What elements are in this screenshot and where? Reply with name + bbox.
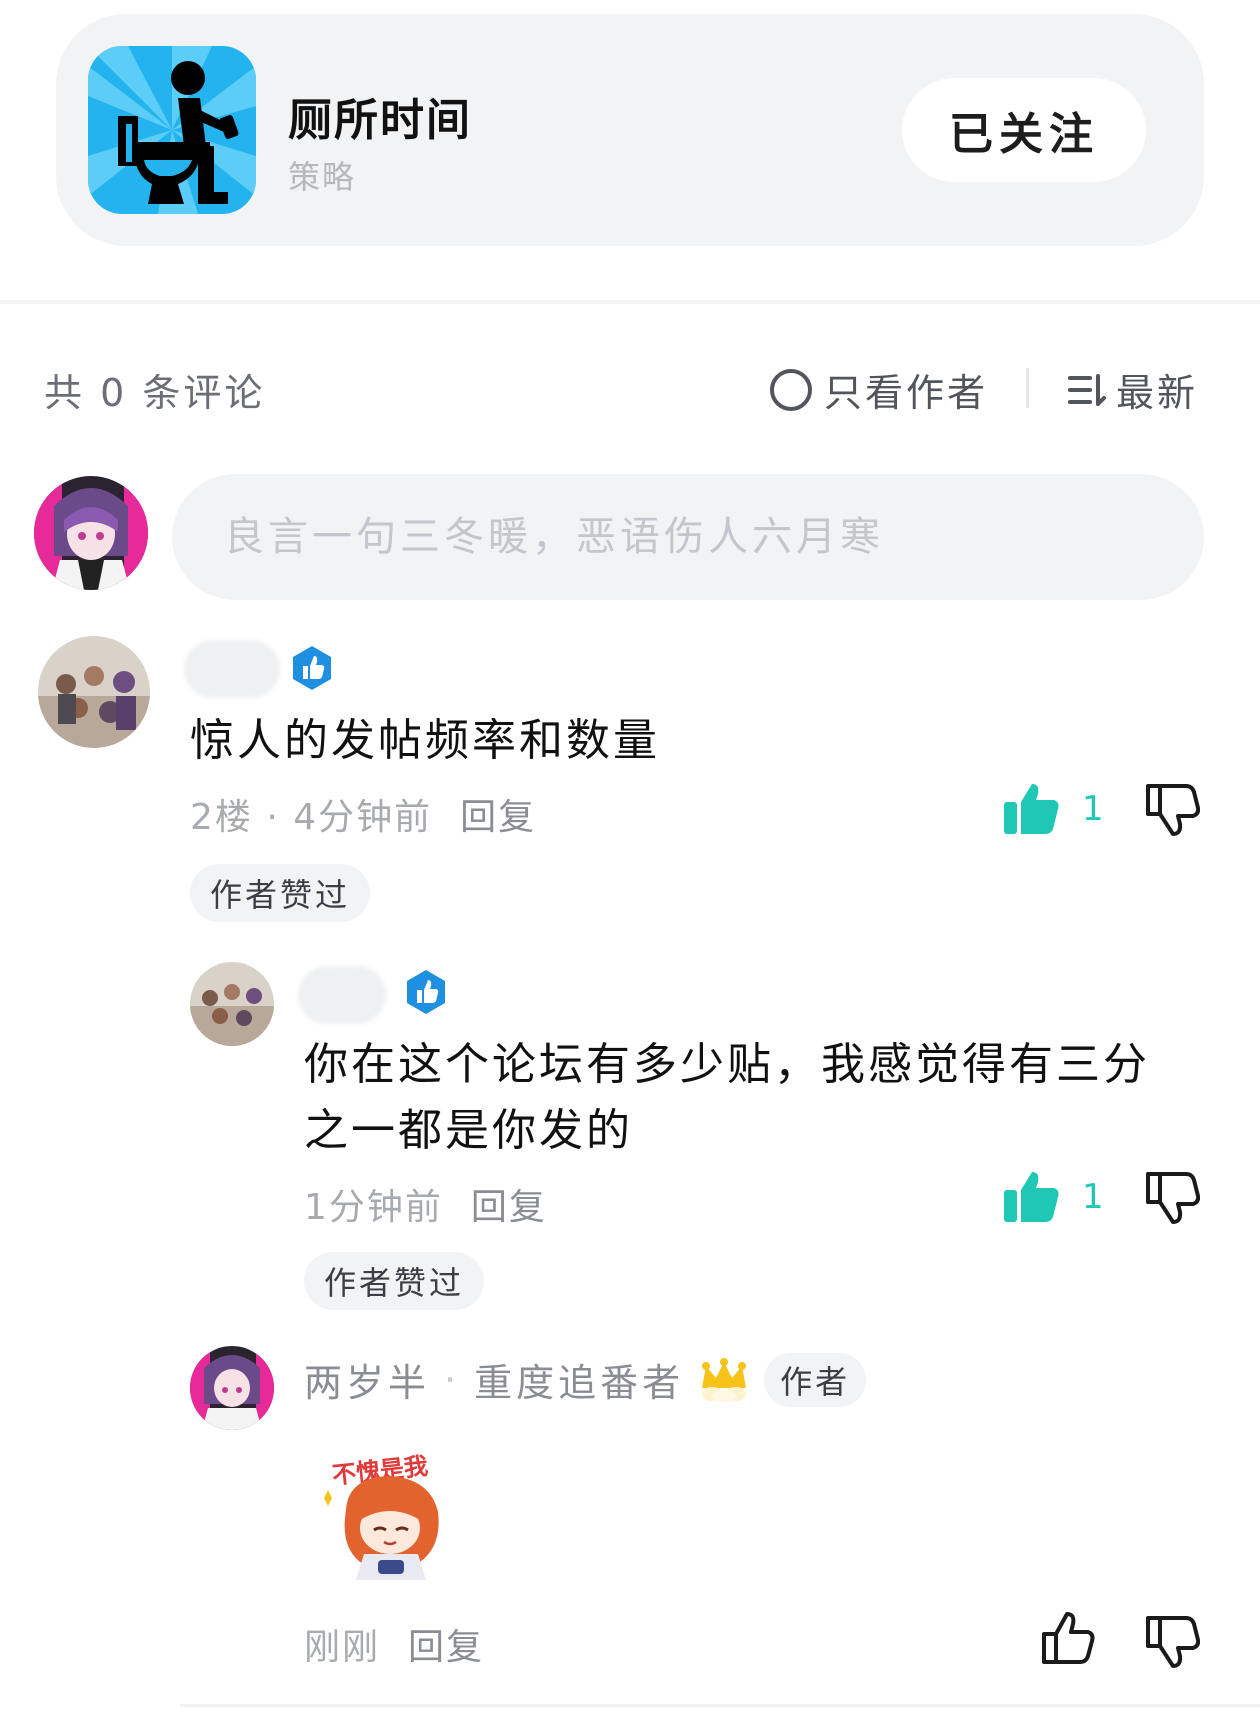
reply-text: 你在这个论坛有多少贴，我感觉得有三分 之一都是你发的	[304, 1032, 1150, 1164]
sort-label: 最新	[1116, 371, 1199, 415]
verified-thumb-badge-icon	[402, 968, 450, 1016]
like-button[interactable]	[1040, 1610, 1096, 1670]
only-author-label: 只看作者	[824, 371, 989, 415]
thumbs-up-filled-icon	[1004, 784, 1059, 834]
sort-button[interactable]: 最新	[1066, 362, 1198, 417]
reply-button[interactable]: 回复	[460, 788, 536, 840]
comment-input[interactable]	[172, 474, 1204, 600]
commenter-avatar[interactable]	[38, 636, 150, 748]
thumbs-down-icon	[1146, 1616, 1201, 1668]
reply-button[interactable]: 回复	[471, 1178, 547, 1230]
game-card[interactable]: 厕所时间 策略 已关注	[56, 14, 1204, 246]
author-liked-tag: 作者赞过	[304, 1252, 485, 1310]
sort-icon	[1068, 373, 1106, 406]
comment-text: 惊人的发帖频率和数量	[190, 715, 660, 766]
sticker-image[interactable]: 不愧是我	[318, 1450, 470, 1590]
reply-button[interactable]: 回复	[408, 1618, 484, 1670]
author-title: 重度追番者	[474, 1361, 685, 1405]
author-avatar[interactable]	[190, 1346, 274, 1430]
comment-time: 4分钟前	[293, 797, 433, 838]
bottom-divider	[180, 1704, 1260, 1707]
comment-count: 共 0 条评论	[44, 371, 266, 415]
only-author-toggle[interactable]: 只看作者	[770, 362, 988, 417]
commenter-name-blurred[interactable]	[184, 640, 280, 698]
game-icon[interactable]	[88, 46, 256, 214]
reply-meta: 1分钟前 回复	[304, 1178, 547, 1230]
reply-text-line2: 之一都是你发的	[304, 1105, 633, 1156]
name-separator: ·	[444, 1357, 461, 1402]
dislike-button[interactable]	[1144, 1170, 1201, 1230]
comment-floor-time: 2楼 · 4分钟前	[190, 797, 433, 838]
page: 厕所时间 策略 已关注 共 0 条评论 只看作者 最新 良言一句三冬暖，恶语伤人…	[0, 0, 1260, 1712]
thumbs-up-filled-icon	[1004, 1172, 1059, 1222]
filter-separator	[1026, 368, 1029, 408]
author-reply-time: 刚刚	[304, 1627, 381, 1668]
like-button[interactable]: 1	[1004, 1170, 1104, 1224]
reply-time: 1分钟前	[304, 1187, 443, 1228]
floor-number: 2楼	[190, 797, 253, 838]
thumbs-up-outline-icon	[1042, 1612, 1095, 1664]
author-chip: 作者	[764, 1352, 867, 1407]
reply-name-blurred[interactable]	[298, 966, 386, 1024]
thumbs-down-icon	[1146, 1172, 1201, 1224]
verified-thumb-badge-icon	[288, 644, 336, 692]
dislike-button[interactable]	[1144, 782, 1201, 842]
reply-avatar[interactable]	[190, 962, 274, 1046]
my-avatar[interactable]	[34, 476, 148, 590]
crown-icon	[702, 1357, 747, 1402]
game-title: 厕所时间	[288, 95, 472, 146]
author-liked-tag: 作者赞过	[190, 864, 371, 922]
divider	[0, 300, 1260, 304]
like-button[interactable]: 1	[1004, 782, 1104, 836]
reply-text-line1: 你在这个论坛有多少贴，我感觉得有三分	[304, 1039, 1150, 1090]
comment-meta: 2楼 · 4分钟前 回复	[190, 788, 536, 840]
radio-circle-icon[interactable]	[770, 368, 812, 411]
thumbs-down-icon	[1146, 784, 1201, 836]
dislike-button[interactable]	[1144, 1614, 1201, 1674]
follow-button[interactable]: 已关注	[902, 78, 1146, 182]
like-count: 1	[1082, 789, 1104, 829]
game-tag[interactable]: 策略	[288, 152, 356, 198]
author-name-row: 两岁半 · 重度追番者 作者	[304, 1352, 867, 1407]
like-count: 1	[1082, 1177, 1104, 1217]
author-reply-meta: 刚刚 回复	[304, 1618, 484, 1670]
author-name[interactable]: 两岁半	[304, 1352, 430, 1407]
